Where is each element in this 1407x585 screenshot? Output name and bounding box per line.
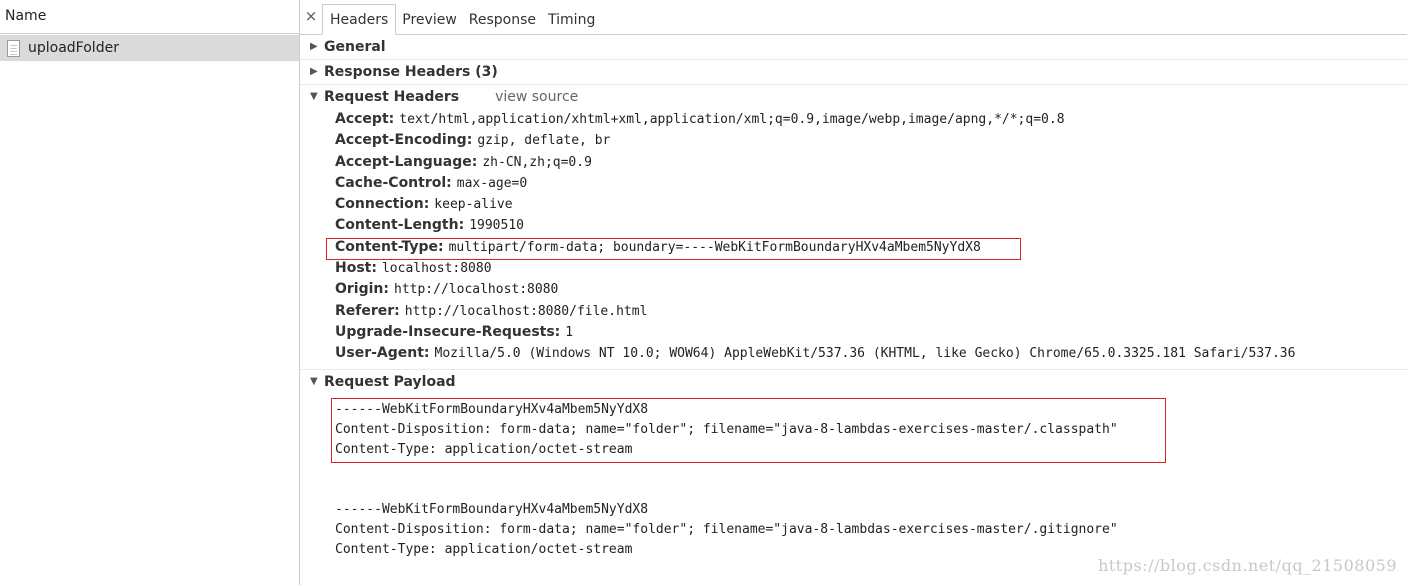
request-name: uploadFolder: [28, 40, 119, 56]
payload-line: Content-Disposition: form-data; name="fo…: [335, 421, 1118, 437]
request-list-pane: Name uploadFolder: [0, 0, 300, 585]
request-headers-list: Accept: text/html,application/xhtml+xml,a…: [300, 109, 1407, 369]
payload-line: ------WebKitFormBoundaryHXv4aMbem5NyYdX8: [335, 401, 649, 417]
header-key: Accept:: [335, 111, 395, 127]
header-row: Host: localhost:8080: [335, 258, 1407, 279]
tab-timing[interactable]: Timing: [542, 5, 601, 35]
header-value: zh-CN,zh;q=0.9: [482, 154, 592, 170]
name-column-header[interactable]: Name: [0, 0, 299, 34]
header-key: Content-Length:: [335, 217, 465, 234]
triangle-right-icon: ▶: [310, 41, 318, 52]
payload-body: ------WebKitFormBoundaryHXv4aMbem5NyYdX8…: [300, 394, 1407, 560]
header-value: Mozilla/5.0 (Windows NT 10.0; WOW64) App…: [434, 346, 1296, 362]
request-row-uploadfolder[interactable]: uploadFolder: [0, 35, 299, 61]
header-row: Connection: keep-alive: [335, 194, 1407, 215]
header-row: Cache-Control: max-age=0: [335, 173, 1407, 194]
header-value: localhost:8080: [381, 261, 492, 277]
response-headers-toggle[interactable]: ▶ Response Headers (3): [300, 60, 1407, 84]
header-key: Host:: [335, 260, 377, 277]
section-response-headers: ▶ Response Headers (3): [300, 60, 1407, 85]
header-key: Connection:: [335, 196, 430, 213]
document-icon: [7, 39, 20, 57]
triangle-down-icon: ▼: [310, 375, 318, 387]
request-payload-title: Request Payload: [324, 373, 456, 390]
header-row: Accept: text/html,application/xhtml+xml,a…: [335, 109, 1407, 130]
header-row: Accept-Language: zh-CN,zh;q=0.9: [335, 152, 1407, 173]
response-headers-title: Response Headers (3): [324, 64, 498, 80]
header-value: http://localhost:8080/file.html: [404, 303, 648, 319]
header-value: gzip, deflate, br: [477, 133, 611, 149]
watermark-text: https://blog.csdn.net/qq_21508059: [1098, 556, 1397, 575]
payload-line: Content-Disposition: form-data; name="fo…: [335, 521, 1118, 537]
tab-response[interactable]: Response: [463, 5, 542, 35]
header-key: Accept-Encoding:: [335, 132, 473, 149]
header-value: multipart/form-data; boundary=----WebKit…: [448, 239, 981, 255]
header-value: max-age=0: [456, 175, 528, 191]
header-row: Content-Length: 1990510: [335, 215, 1407, 236]
header-row-content-type: Content-Type: multipart/form-data; bounda…: [335, 237, 1407, 258]
header-key: Cache-Control:: [335, 174, 452, 191]
tab-preview[interactable]: Preview: [396, 5, 463, 35]
header-row: Upgrade-Insecure-Requests: 1: [335, 322, 1407, 343]
header-value: 1990510: [469, 218, 524, 234]
header-key: Accept-Language:: [335, 153, 478, 170]
header-row: User-Agent: Mozilla/5.0 (Windows NT 10.0;…: [335, 343, 1407, 364]
header-value: 1: [565, 324, 574, 340]
general-title: General: [324, 39, 386, 55]
request-headers-title: Request Headers: [324, 89, 460, 105]
header-value: text/html,application/xhtml+xml,applicat…: [399, 112, 1065, 127]
details-tabbar: × Headers Preview Response Timing: [300, 0, 1407, 35]
section-request-payload: ▼ Request Payload ------WebKitFormBounda…: [300, 370, 1407, 560]
header-key: Referer:: [335, 302, 400, 319]
header-key: Content-Type:: [335, 238, 444, 255]
triangle-right-icon: ▶: [310, 66, 318, 77]
section-request-headers: ▼ Request Headers view source Accept: tex…: [300, 85, 1407, 370]
general-toggle[interactable]: ▶ General: [300, 35, 1407, 59]
header-key: Origin:: [335, 281, 389, 298]
header-value: http://localhost:8080: [394, 282, 559, 298]
payload-line: Content-Type: application/octet-stream: [335, 441, 633, 457]
header-row: Accept-Encoding: gzip, deflate, br: [335, 130, 1407, 151]
view-source-link[interactable]: view source: [495, 85, 578, 109]
payload-line: ------WebKitFormBoundaryHXv4aMbem5NyYdX8: [335, 501, 649, 517]
request-details-pane: × Headers Preview Response Timing ▶ Gene…: [300, 0, 1407, 585]
section-general: ▶ General: [300, 35, 1407, 60]
header-key: User-Agent:: [335, 345, 430, 362]
header-row: Origin: http://localhost:8080: [335, 279, 1407, 300]
header-key: Upgrade-Insecure-Requests:: [335, 323, 561, 340]
triangle-down-icon: ▼: [310, 91, 318, 102]
close-icon[interactable]: ×: [300, 0, 322, 34]
request-payload-toggle[interactable]: ▼ Request Payload: [300, 370, 1407, 394]
tab-headers[interactable]: Headers: [322, 4, 397, 35]
header-row: Referer: http://localhost:8080/file.html: [335, 301, 1407, 322]
header-value: keep-alive: [434, 197, 513, 213]
request-headers-toggle[interactable]: ▼ Request Headers view source: [300, 85, 1407, 109]
